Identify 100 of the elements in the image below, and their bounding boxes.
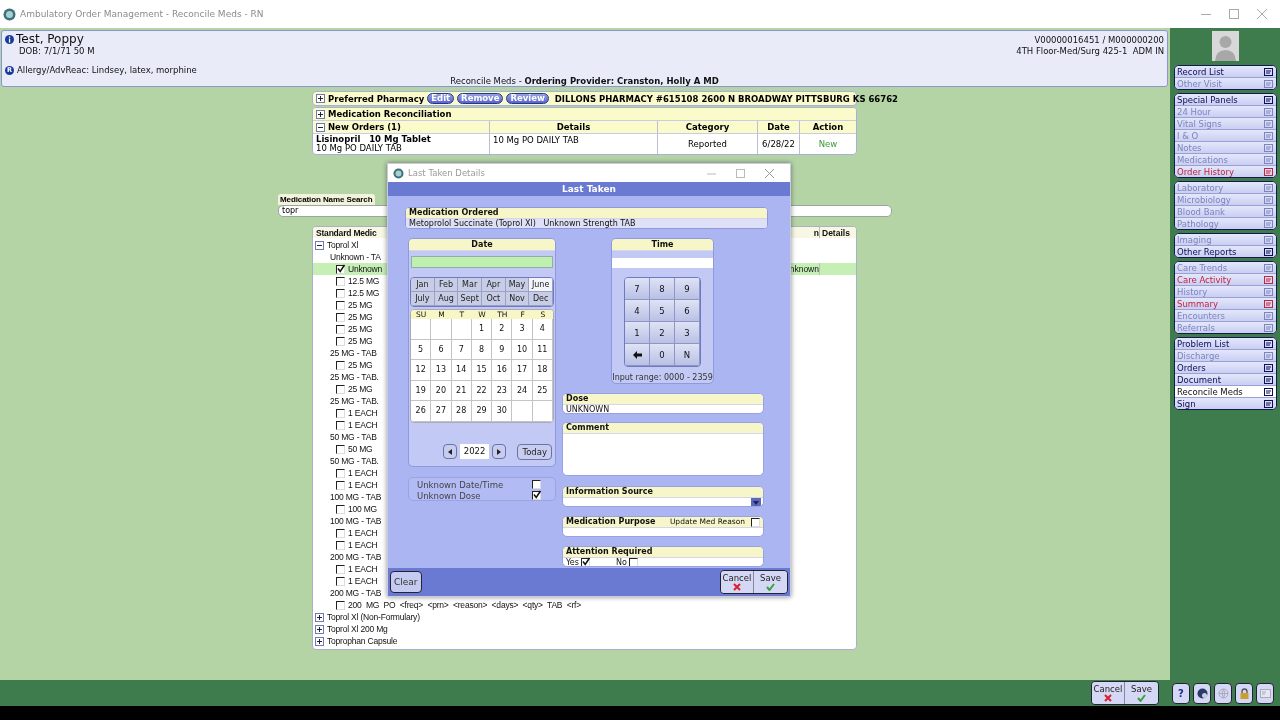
- checkbox[interactable]: [336, 468, 345, 478]
- calendar-day[interactable]: 13: [431, 360, 452, 381]
- expand-icon[interactable]: [315, 636, 324, 646]
- tree-item[interactable]: Toprol Xl 200 Mg: [327, 624, 388, 634]
- nav-item[interactable]: Reconcile Meds: [1175, 386, 1276, 398]
- calendar-day[interactable]: 3: [512, 319, 533, 340]
- checkbox[interactable]: [532, 480, 541, 489]
- toolbar-button[interactable]: [1235, 682, 1253, 704]
- calendar-day[interactable]: 25: [532, 380, 553, 401]
- checkbox[interactable]: [336, 324, 345, 334]
- nav-item[interactable]: Order History: [1175, 166, 1276, 177]
- checkbox[interactable]: [628, 558, 638, 566]
- month-button[interactable]: Sept: [458, 292, 482, 306]
- expand-icon[interactable]: [315, 624, 324, 634]
- next-button[interactable]: [492, 444, 507, 459]
- calendar-day[interactable]: 11: [532, 339, 553, 360]
- calendar-day[interactable]: 1: [471, 319, 493, 340]
- nav-item[interactable]: Sign: [1175, 398, 1276, 409]
- tree-item[interactable]: Toprol Xl (Non-Formulary): [327, 612, 420, 622]
- calendar-day[interactable]: 10: [512, 339, 533, 360]
- checkbox[interactable]: [336, 336, 345, 346]
- calendar-day[interactable]: 29: [471, 401, 493, 422]
- checkbox[interactable]: [336, 480, 345, 490]
- nav-item[interactable]: Document: [1175, 374, 1276, 386]
- calendar-day[interactable]: 17: [512, 360, 533, 381]
- calendar-day[interactable]: 20: [431, 380, 452, 401]
- nav-item[interactable]: Care Activity: [1175, 274, 1276, 286]
- checkbox[interactable]: [336, 408, 345, 418]
- calendar-day[interactable]: 16: [492, 360, 513, 381]
- calendar-day[interactable]: 15: [471, 360, 493, 381]
- checkbox[interactable]: [336, 300, 345, 310]
- month-button[interactable]: Mar: [458, 278, 482, 292]
- dose-value[interactable]: UNKNOWN: [566, 405, 610, 413]
- clear-button[interactable]: Clear: [390, 571, 422, 593]
- calendar-day[interactable]: 19: [411, 380, 432, 401]
- calendar-day[interactable]: 14: [451, 360, 472, 381]
- calendar-day[interactable]: 26: [411, 401, 432, 422]
- expand-icon[interactable]: [316, 109, 325, 119]
- calendar-day[interactable]: 18: [532, 360, 553, 381]
- collapse-icon[interactable]: [315, 240, 324, 250]
- calendar-day[interactable]: 5: [411, 339, 432, 360]
- nav-item[interactable]: Record List: [1175, 66, 1276, 78]
- keypad-key[interactable]: 3: [675, 322, 700, 344]
- collapse-icon[interactable]: [316, 122, 325, 132]
- keypad-key[interactable]: 1: [625, 322, 650, 344]
- checkbox[interactable]: [336, 384, 345, 394]
- month-button[interactable]: Jan: [411, 278, 435, 292]
- close-icon[interactable]: [765, 168, 774, 178]
- calendar-day[interactable]: 12: [411, 360, 432, 381]
- toolbar-button[interactable]: [1214, 682, 1232, 704]
- backspace-key[interactable]: [625, 344, 650, 366]
- calendar-day[interactable]: 28: [451, 401, 472, 422]
- checkbox[interactable]: [336, 564, 345, 574]
- nav-item[interactable]: Summary: [1175, 298, 1276, 310]
- calendar-day[interactable]: 21: [451, 380, 472, 401]
- month-button[interactable]: Nov: [505, 292, 530, 306]
- cancel-button[interactable]: Cancel: [721, 571, 754, 593]
- month-button[interactable]: Dec: [529, 292, 553, 306]
- nav-item[interactable]: Special Panels: [1175, 94, 1276, 106]
- time-field[interactable]: [612, 258, 713, 268]
- checkbox[interactable]: [336, 288, 345, 298]
- calendar-day[interactable]: 8: [471, 339, 493, 360]
- checkbox[interactable]: [336, 576, 345, 586]
- calendar-day[interactable]: 6: [431, 339, 452, 360]
- month-button[interactable]: Apr: [482, 278, 506, 292]
- today-button[interactable]: Today: [517, 443, 552, 460]
- checkbox[interactable]: [336, 312, 345, 322]
- nav-item[interactable]: Problem List: [1175, 338, 1276, 350]
- month-button[interactable]: Feb: [434, 278, 459, 292]
- toolbar-button[interactable]: [1193, 682, 1211, 704]
- checkbox[interactable]: [336, 420, 345, 430]
- tree-item[interactable]: Toprophan Capsule: [327, 636, 398, 646]
- calendar-day[interactable]: 30: [492, 401, 513, 422]
- calendar-day[interactable]: 22: [471, 380, 493, 401]
- expand-icon[interactable]: [316, 94, 325, 103]
- checkbox[interactable]: [336, 504, 345, 514]
- month-button[interactable]: May: [505, 278, 530, 292]
- help-button[interactable]: ?: [1172, 682, 1190, 704]
- calendar-day[interactable]: 7: [451, 339, 472, 360]
- dropdown-arrow-icon[interactable]: [751, 498, 761, 506]
- previous-button[interactable]: [442, 444, 457, 459]
- checkbox[interactable]: [580, 558, 590, 566]
- keypad-key[interactable]: 2: [650, 322, 675, 344]
- nav-item[interactable]: Other Reports: [1175, 246, 1276, 257]
- checkbox[interactable]: [336, 600, 345, 610]
- keypad-key[interactable]: 0: [650, 344, 675, 366]
- calendar-day[interactable]: 4: [532, 319, 553, 340]
- checkbox[interactable]: [336, 264, 345, 274]
- calendar-day[interactable]: 2: [492, 319, 513, 340]
- calendar-day[interactable]: 9: [492, 339, 513, 360]
- save-button[interactable]: Save: [1125, 682, 1158, 704]
- save-button[interactable]: Save: [754, 571, 787, 593]
- calendar-day[interactable]: 23: [492, 380, 513, 401]
- keypad-key[interactable]: 9: [675, 278, 700, 300]
- calendar-day[interactable]: 27: [431, 401, 452, 422]
- checkbox[interactable]: [336, 444, 345, 454]
- checkbox[interactable]: [336, 276, 345, 286]
- tree-item[interactable]: Toprol Xl: [327, 240, 359, 250]
- cancel-button[interactable]: Cancel: [1092, 682, 1125, 704]
- month-button[interactable]: June: [529, 278, 553, 292]
